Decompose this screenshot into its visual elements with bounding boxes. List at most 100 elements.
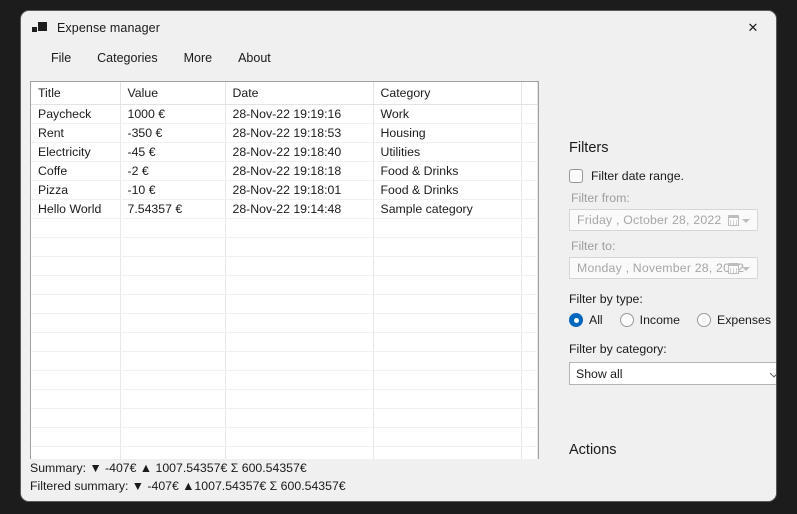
table-row-empty[interactable] [31, 370, 538, 390]
cell-title: Rent [31, 123, 121, 143]
cell-empty [373, 313, 522, 333]
cell-empty [225, 427, 374, 447]
cell-date: 28-Nov-22 19:14:48 [225, 199, 374, 219]
cell-value: -10 € [120, 180, 226, 200]
cell-value: -2 € [120, 161, 226, 181]
menu-item-more[interactable]: More [184, 51, 212, 65]
table-row-empty[interactable] [31, 332, 538, 352]
calendar-icon [727, 215, 739, 226]
radio-option-expenses[interactable]: Expenses [697, 313, 771, 327]
radio-button-all[interactable] [569, 313, 583, 327]
cell-empty [225, 237, 374, 257]
cell-date: 28-Nov-22 19:19:16 [225, 104, 374, 124]
table-row-empty[interactable] [31, 275, 538, 295]
cell-empty [31, 427, 121, 447]
cell-empty [120, 408, 226, 428]
category-select[interactable]: Show all [569, 362, 776, 385]
table-row[interactable]: Rent -350 €28-Nov-22 19:18:53 Housing [31, 123, 538, 143]
cell-filler [521, 123, 538, 143]
cell-empty [31, 275, 121, 295]
table-row-empty[interactable] [31, 351, 538, 371]
table-row-empty[interactable] [31, 237, 538, 257]
cell-empty [521, 313, 538, 333]
table-row-empty[interactable] [31, 313, 538, 333]
filter-from-value: Friday , October 28, 2022 [577, 213, 722, 227]
cell-empty [521, 332, 538, 352]
table-row[interactable]: Coffe -2 €28-Nov-22 19:18:18 Food & Drinks [31, 161, 538, 181]
filter-by-type-group: All Income Expenses [569, 313, 776, 327]
radio-button-income[interactable] [619, 313, 634, 327]
close-icon[interactable]: ✕ [730, 11, 776, 44]
menu-item-file[interactable]: File [51, 51, 71, 65]
filter-date-range-checkbox[interactable]: Filter date range. [569, 169, 684, 183]
table-row[interactable]: Electricity -45 €28-Nov-22 19:18:40 Utilit… [31, 142, 538, 162]
cell-filler [521, 104, 538, 124]
summary-text: Summary: ▼ -407€ ▲ 1007.54357€ Σ 600.543… [30, 461, 307, 475]
radio-option-income[interactable]: Income [619, 313, 680, 327]
table-row-empty[interactable] [31, 218, 538, 238]
column-header-title[interactable]: Title [31, 82, 121, 105]
radio-option-all[interactable]: All [569, 313, 603, 327]
cell-category: Work [373, 104, 522, 124]
cell-empty [31, 370, 121, 390]
column-header-date[interactable]: Date [225, 82, 374, 105]
main-content: Title Value Date Category Paycheck 1000 €… [21, 70, 776, 501]
actions-heading: Actions [569, 442, 617, 458]
cell-empty [120, 370, 226, 390]
chevron-down-icon [741, 266, 750, 271]
cell-category: Utilities [373, 142, 522, 162]
filter-from-datepicker[interactable]: Friday , October 28, 2022 [569, 209, 758, 231]
cell-empty [31, 237, 121, 257]
cell-empty [225, 218, 374, 238]
cell-empty [521, 218, 538, 238]
table-row[interactable]: Hello World 7.54357 €28-Nov-22 19:14:48 Sa… [31, 199, 538, 219]
radio-button-expenses[interactable] [697, 313, 711, 327]
category-selected-value: Show all [576, 366, 623, 381]
table-row[interactable]: Paycheck 1000 €28-Nov-22 19:19:16 Work [31, 104, 538, 124]
desktop-background: Expense manager ✕ File Categories More A… [0, 0, 797, 514]
cell-empty [225, 313, 374, 333]
table-row-empty[interactable] [31, 427, 538, 447]
cell-value: -350 € [120, 123, 226, 143]
cell-empty [120, 313, 226, 333]
cell-filler [521, 199, 538, 219]
cell-category: Sample category [373, 199, 522, 219]
cell-empty [120, 332, 226, 352]
cell-empty [373, 332, 522, 352]
expense-table[interactable]: Title Value Date Category Paycheck 1000 €… [30, 81, 539, 469]
checkbox-box[interactable] [569, 169, 583, 183]
menu-item-about[interactable]: About [238, 51, 271, 65]
column-header-value[interactable]: Value [120, 82, 226, 105]
cell-empty [120, 237, 226, 257]
cell-empty [225, 351, 374, 371]
cell-empty [521, 237, 538, 257]
cell-empty [373, 256, 522, 276]
cell-empty [31, 389, 121, 409]
filter-to-datepicker[interactable]: Monday , November 28, 2022 [569, 257, 758, 279]
column-header-category[interactable]: Category [373, 82, 522, 105]
filters-panel: Filters Filter date range. Filter from: … [549, 70, 776, 501]
cell-empty [120, 351, 226, 371]
cell-empty [120, 218, 226, 238]
table-row-empty[interactable] [31, 294, 538, 314]
table-row-empty[interactable] [31, 256, 538, 276]
cell-empty [373, 389, 522, 409]
radio-label-income: Income [639, 313, 680, 327]
cell-empty [521, 408, 538, 428]
cell-title: Hello World [31, 199, 121, 219]
cell-empty [373, 351, 522, 371]
chevron-down-icon [769, 368, 776, 378]
filter-to-dropdown-button[interactable] [723, 260, 754, 277]
table-row-empty[interactable] [31, 389, 538, 409]
menu-item-categories[interactable]: Categories [97, 51, 157, 65]
table-row-empty[interactable] [31, 408, 538, 428]
cell-empty [225, 370, 374, 390]
filter-from-dropdown-button[interactable] [723, 212, 754, 229]
cell-empty [120, 389, 226, 409]
cell-value: 1000 € [120, 104, 226, 124]
filter-by-type-label: Filter by type: [569, 292, 643, 306]
cell-empty [225, 256, 374, 276]
cell-category: Food & Drinks [373, 161, 522, 181]
cell-filler [521, 142, 538, 162]
table-row[interactable]: Pizza -10 €28-Nov-22 19:18:01 Food & Drink… [31, 180, 538, 200]
